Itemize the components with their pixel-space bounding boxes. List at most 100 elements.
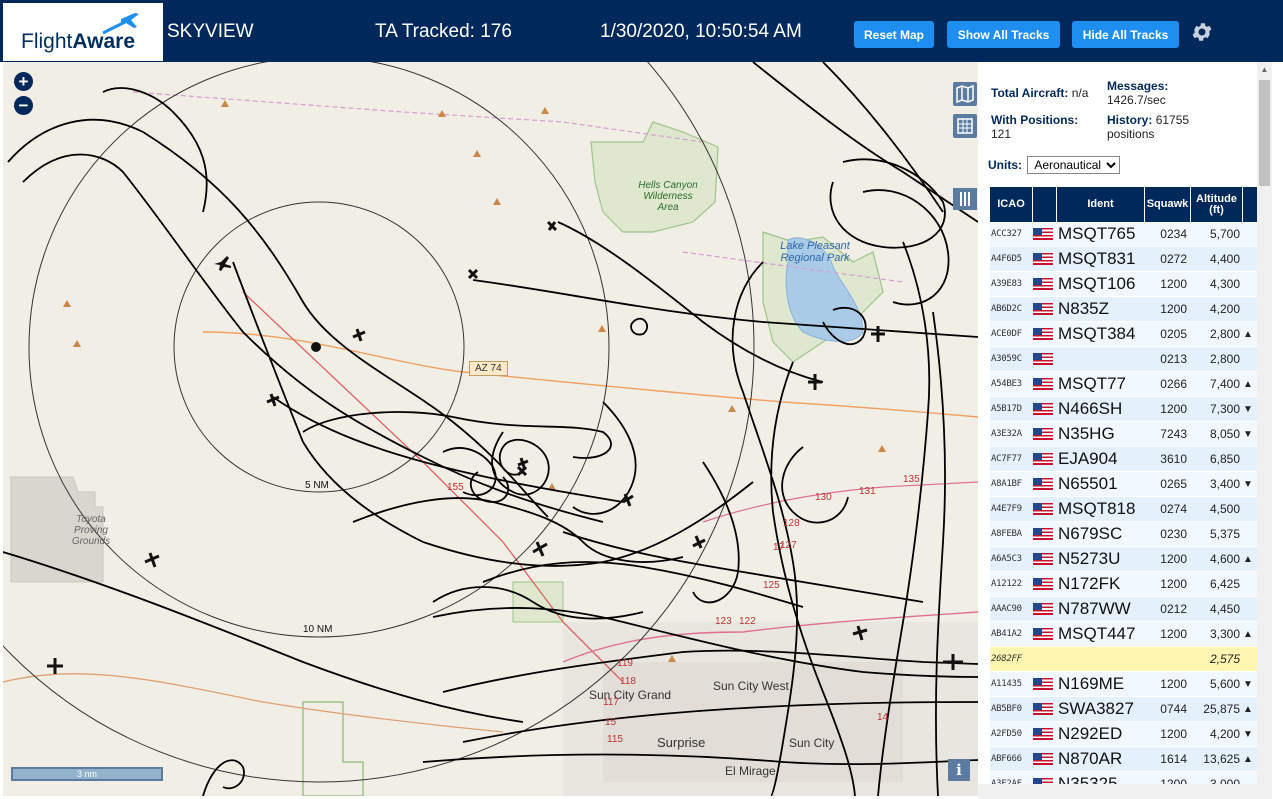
reset-map-button[interactable]: Reset Map [854,21,934,48]
cell-icao: A8A1BF [991,479,1022,489]
flag-cell [1033,253,1057,265]
info-button[interactable]: i [948,759,970,781]
cell-altitude: 4,200 [1209,727,1240,741]
col-ident[interactable]: Ident [1057,187,1145,222]
table-row[interactable]: 2682FF 2,575 [990,647,1258,672]
col-squawk[interactable]: Squawk [1145,187,1191,222]
with-positions-value: 121 [991,127,1012,141]
col-altitude[interactable]: Altitude (ft) [1191,187,1243,222]
map-view[interactable]: + − AZ 74 5 NM 10 NM Hells Canyon Wilder… [3,62,978,796]
scroll-up-arrow-icon[interactable]: ▲ [1257,62,1272,77]
hide-all-tracks-button[interactable]: Hide All Tracks [1072,21,1179,48]
table-row[interactable]: A2FD50 N292ED 1200 4,200 ▼ [990,722,1258,747]
zoom-out-button[interactable]: − [14,96,33,115]
table-row[interactable]: A6A5C3 N5273U 1200 4,600 ▲ [990,547,1258,572]
flightaware-logo[interactable]: FlightAware [3,3,163,61]
cell-ident: MSQT106 [1058,274,1136,293]
cell-squawk: 7243 [1160,427,1187,441]
table-row[interactable]: A4F6D5 MSQT831 0272 4,400 [990,247,1258,272]
flag-cell [1033,628,1057,640]
flag-cell [1033,228,1057,240]
header-bar: FlightAware SKYVIEW TA Tracked: 176 1/30… [0,0,1283,62]
show-all-tracks-button[interactable]: Show All Tracks [947,21,1060,48]
route-number: 122 [739,616,756,627]
table-row[interactable]: A5B17D N466SH 1200 7,300 ▼ [990,397,1258,422]
gear-icon[interactable] [1190,20,1214,44]
cell-squawk: 0265 [1160,477,1187,491]
cell-squawk: 0266 [1160,377,1187,391]
table-row[interactable]: A4E7F9 MSQT818 0274 4,500 [990,497,1258,522]
table-row[interactable]: A3E32A N35HG 7243 8,050 ▼ [990,422,1258,447]
columns-icon[interactable] [953,188,977,210]
road-shield-az74: AZ 74 [469,361,508,376]
cell-trend: ▲ [1243,553,1253,565]
grid-icon[interactable] [953,114,977,138]
range-ring-label-5nm: 5 NM [305,480,329,491]
cell-altitude: 4,200 [1209,302,1240,316]
table-row[interactable]: ACC327 MSQT765 0234 5,700 [990,222,1258,247]
table-row[interactable]: A8FEBA N679SC 0230 5,375 [990,522,1258,547]
us-flag-icon [1033,578,1053,590]
route-number: 115 [607,734,623,745]
history-unit: positions [1107,127,1155,141]
cell-icao: A5B17D [991,404,1022,414]
cell-squawk: 1200 [1160,277,1187,291]
table-row[interactable]: A8A1BF N65501 0265 3,400 ▼ [990,472,1258,497]
table-row[interactable]: A12122 N172FK 1200 6,425 [990,572,1258,597]
flag-cell [1033,753,1057,765]
horizontal-scrollbar[interactable] [978,784,1257,799]
cell-icao: ABF666 [991,754,1022,764]
map-layers-icon[interactable] [953,82,977,106]
table-row[interactable]: A11435 N169ME 1200 5,600 ▼ [990,672,1258,697]
cell-icao: A39E83 [991,279,1022,289]
us-flag-icon [1033,278,1053,290]
cell-squawk: 0213 [1160,352,1187,366]
cell-altitude: 2,800 [1209,352,1240,366]
us-flag-icon [1033,453,1053,465]
cell-icao: A11435 [991,679,1022,689]
route-number: 119 [617,658,633,669]
tracked-count: TA Tracked: 176 [375,21,512,42]
flag-cell [1033,478,1057,490]
units-select[interactable]: Aeronautical [1027,156,1121,174]
col-icao[interactable]: ICAO [990,187,1033,222]
route-number: 118 [620,676,636,687]
table-row[interactable]: ABF666 N870AR 1614 13,625 ▲ [990,747,1258,772]
scroll-thumb[interactable] [1259,80,1270,186]
route-number: 15 [605,717,617,728]
cell-altitude: 3,300 [1209,627,1240,641]
logo-text: FlightAware [21,30,136,53]
vertical-scrollbar[interactable]: ▲ [1257,62,1272,799]
flag-cell [1033,453,1057,465]
flag-cell [1033,503,1057,515]
table-row[interactable]: ACE0DF MSQT384 0205 2,800 ▲ [990,322,1258,347]
col-flag[interactable] [1033,187,1057,222]
cell-altitude: 7,300 [1209,402,1240,416]
cell-trend: ▼ [1243,678,1253,690]
table-row[interactable]: AB6D2C N835Z 1200 4,200 [990,297,1258,322]
cell-icao: A3059C [991,354,1022,364]
table-row[interactable]: AC7F77 EJA904 3610 6,850 [990,447,1258,472]
us-flag-icon [1033,503,1053,515]
us-flag-icon [1033,403,1053,415]
cell-squawk: 3610 [1160,452,1187,466]
cell-icao: A8FEBA [991,529,1022,539]
zoom-in-button[interactable]: + [14,72,33,91]
table-row[interactable]: AB41A2 MSQT447 1200 3,300 ▲ [990,622,1258,647]
table-row[interactable]: AAAC90 N787WW 0212 4,450 [990,597,1258,622]
cell-altitude: 5,600 [1209,677,1240,691]
cell-icao: ACC327 [991,229,1022,239]
cell-icao: A6A5C3 [991,554,1022,564]
cell-squawk: 1614 [1160,752,1187,766]
cell-ident: SWA3827 [1058,699,1134,718]
route-number: 135 [903,474,920,485]
table-row[interactable]: A3059C 0213 2,800 [990,347,1258,372]
cell-ident: MSQT447 [1058,624,1136,643]
table-row[interactable]: AB5BF0 SWA3827 0744 25,875 ▲ [990,697,1258,722]
cell-squawk: 1200 [1160,402,1187,416]
us-flag-icon [1033,328,1053,340]
table-row[interactable]: A54BE3 MSQT77 0266 7,400 ▲ [990,372,1258,397]
map-label-sun-city-west: Sun City West [713,679,789,693]
table-row[interactable]: A39E83 MSQT106 1200 4,300 [990,272,1258,297]
us-flag-icon [1033,753,1053,765]
